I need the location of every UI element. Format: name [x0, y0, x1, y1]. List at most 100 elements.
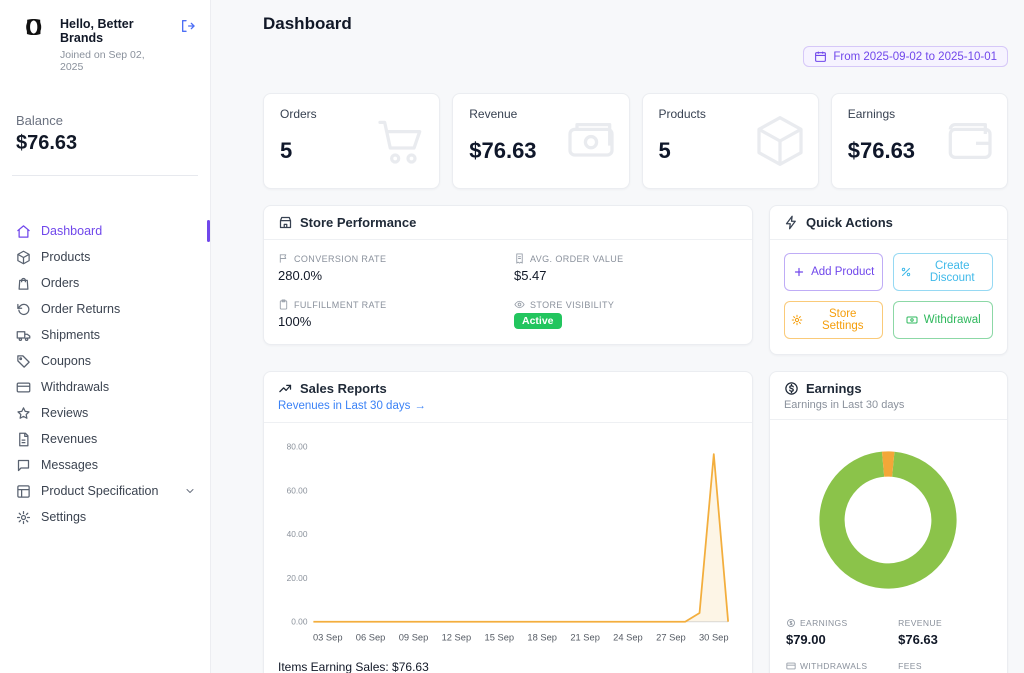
coin-icon [786, 618, 796, 628]
clipboard-icon [278, 299, 289, 310]
card-mini-icon [786, 661, 796, 671]
arrow-right-icon: → [414, 400, 426, 412]
quick-actions-title: Quick Actions [806, 215, 893, 230]
stat-value: $76.63 [898, 632, 991, 647]
svg-text:60.00: 60.00 [287, 485, 308, 495]
earnings-subtitle: Earnings in Last 30 days [784, 399, 993, 411]
store-settings-button[interactable]: Store Settings [784, 301, 884, 339]
date-range-label: From 2025-09-02 to 2025-10-01 [833, 51, 997, 63]
sidebar-item-label: Product Specification [41, 484, 158, 498]
sales-reports-header: Sales Reports Revenues in Last 30 days → [264, 372, 752, 423]
stats-row: Orders 5 Revenue $76.63 Products 5 Earni… [263, 93, 1008, 189]
logout-icon[interactable] [180, 18, 196, 34]
sidebar-divider [12, 175, 198, 176]
sidebar-item-coupons[interactable]: Coupons [0, 348, 210, 374]
stat-card-earnings: Earnings $76.63 [831, 93, 1008, 189]
banknote-icon [906, 314, 918, 326]
rotate-ccw-icon [16, 302, 31, 317]
sidebar-header: CC Hello, Better Brands Joined on Sep 02… [0, 0, 210, 73]
metric-conversion-rate: Conversion Rate 280.0% [278, 253, 502, 283]
plus-icon [793, 266, 805, 278]
stat-card-revenue: Revenue $76.63 [452, 93, 629, 189]
earnings-donut [770, 420, 1007, 614]
user-joined-date: Joined on Sep 02, 2025 [60, 49, 170, 73]
store-performance-card: Store Performance Conversion Rate 280.0%… [263, 205, 753, 345]
earnings-card: Earnings Earnings in Last 30 days Earnin… [769, 371, 1008, 673]
sidebar-item-label: Dashboard [41, 224, 102, 238]
date-range-row: From 2025-09-02 to 2025-10-01 [263, 46, 1008, 67]
sales-reports-title: Sales Reports [300, 381, 387, 396]
svg-text:09 Sep: 09 Sep [399, 632, 429, 642]
earnings-stat-fees: Fees $2.37 [898, 661, 991, 673]
gear-icon [16, 510, 31, 525]
create-discount-button[interactable]: Create Discount [893, 253, 993, 291]
store-performance-header: Store Performance [264, 206, 752, 240]
sidebar-item-settings[interactable]: Settings [0, 504, 210, 530]
package-icon [16, 250, 31, 265]
cube-icon [752, 113, 808, 169]
sales-reports-card: Sales Reports Revenues in Last 30 days →… [263, 371, 753, 673]
metric-store-visibility: Store Visibility Active [514, 299, 738, 329]
shopping-bag-icon [16, 276, 31, 291]
sidebar-item-messages[interactable]: Messages [0, 452, 210, 478]
svg-text:03 Sep: 03 Sep [313, 632, 343, 642]
svg-text:15 Sep: 15 Sep [485, 632, 515, 642]
chat-icon [16, 458, 31, 473]
main-content: Dashboard From 2025-09-02 to 2025-10-01 … [211, 0, 1024, 673]
sidebar-item-label: Settings [41, 510, 86, 524]
sidebar-item-product-specification[interactable]: Product Specification [0, 478, 210, 504]
store-performance-metrics: Conversion Rate 280.0% Avg. Order Value … [264, 240, 752, 344]
chevron-down-icon[interactable] [184, 485, 196, 497]
cart-icon [373, 113, 429, 169]
svg-text:27 Sep: 27 Sep [656, 632, 686, 642]
user-info: Hello, Better Brands Joined on Sep 02, 2… [60, 15, 170, 73]
store-performance-title: Store Performance [300, 215, 416, 230]
storefront-icon [278, 215, 293, 230]
sidebar-item-orders[interactable]: Orders [0, 270, 210, 296]
truck-icon [16, 328, 31, 343]
sidebar-item-label: Shipments [41, 328, 100, 342]
sidebar-item-withdrawals[interactable]: Withdrawals [0, 374, 210, 400]
balance-block: Balance $76.63 [16, 113, 194, 155]
metric-value: 280.0% [278, 268, 502, 283]
stat-card-products: Products 5 [642, 93, 819, 189]
sales-footer: Items Earning Sales: $76.63 [264, 649, 752, 673]
sidebar-item-dashboard[interactable]: Dashboard [0, 218, 210, 244]
add-product-button[interactable]: Add Product [784, 253, 884, 291]
sidebar-item-label: Withdrawals [41, 380, 109, 394]
sidebar-item-label: Products [41, 250, 90, 264]
sidebar-item-products[interactable]: Products [0, 244, 210, 270]
sidebar-item-shipments[interactable]: Shipments [0, 322, 210, 348]
withdrawal-button[interactable]: Withdrawal [893, 301, 993, 339]
document-icon [16, 432, 31, 447]
banknote-icon [563, 113, 619, 169]
wallet-icon [941, 113, 997, 169]
sidebar-item-label: Order Returns [41, 302, 120, 316]
earnings-header: Earnings Earnings in Last 30 days [770, 372, 1007, 420]
earnings-stats: Earnings $79.00 Revenue $76.63 Withdrawa… [770, 614, 1007, 673]
sidebar-nav: Dashboard Products Orders Order Returns … [0, 218, 210, 530]
credit-card-icon [16, 380, 31, 395]
svg-text:30 Sep: 30 Sep [699, 632, 729, 642]
tag-icon [16, 354, 31, 369]
metric-value: $5.47 [514, 268, 738, 283]
earnings-title: Earnings [806, 381, 862, 396]
svg-text:40.00: 40.00 [287, 529, 308, 539]
revenues-30-days-link[interactable]: Revenues in Last 30 days → [278, 400, 426, 412]
svg-text:24 Sep: 24 Sep [613, 632, 643, 642]
quick-actions-buttons: Add Product Create Discount Store Settin… [770, 240, 1007, 354]
home-icon [16, 224, 31, 239]
date-range-button[interactable]: From 2025-09-02 to 2025-10-01 [803, 46, 1008, 67]
sidebar-item-revenues[interactable]: Revenues [0, 426, 210, 452]
earnings-stat-withdrawals: Withdrawals $0.00 [786, 661, 888, 673]
sidebar-item-order-returns[interactable]: Order Returns [0, 296, 210, 322]
lightning-icon [784, 215, 799, 230]
earnings-stat-revenue: Revenue $76.63 [898, 618, 991, 647]
sidebar-item-reviews[interactable]: Reviews [0, 400, 210, 426]
svg-text:18 Sep: 18 Sep [527, 632, 557, 642]
sidebar-item-label: Revenues [41, 432, 97, 446]
metric-avg-order-value: Avg. Order Value $5.47 [514, 253, 738, 283]
svg-text:80.00: 80.00 [287, 442, 308, 452]
user-greeting: Hello, Better Brands [60, 17, 170, 45]
sidebar-item-label: Orders [41, 276, 79, 290]
